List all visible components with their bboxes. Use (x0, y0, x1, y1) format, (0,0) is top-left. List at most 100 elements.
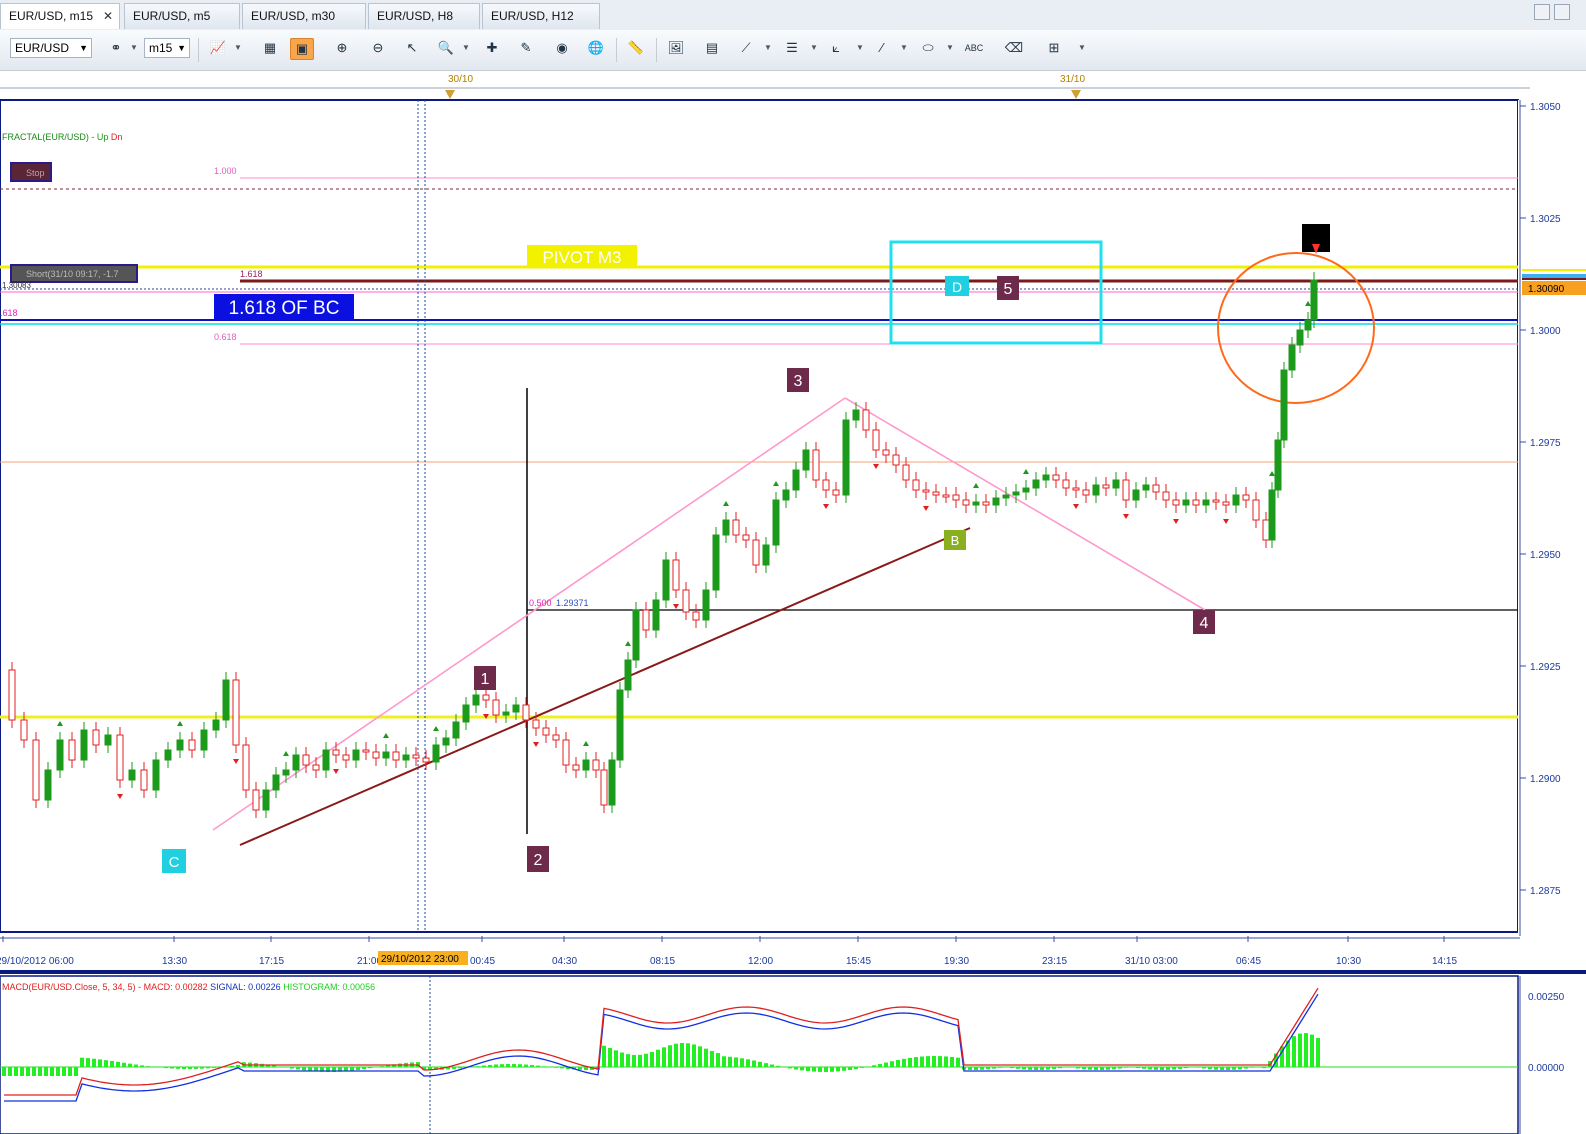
macd-bar (200, 1067, 204, 1069)
macd-bar (626, 1054, 630, 1067)
chevron-down-icon[interactable]: ▼ (130, 43, 138, 52)
macd-bar (1022, 1067, 1026, 1070)
ellipse-icon[interactable]: ⬭ (916, 38, 940, 60)
trendline-icon[interactable]: ⁄ (870, 38, 894, 60)
candle-body (164, 749, 172, 761)
macd-bar (44, 1067, 48, 1076)
text-icon[interactable]: ABC (962, 38, 986, 60)
macd-bar (32, 1067, 36, 1076)
fibonacci-icon[interactable]: ⟋ (734, 38, 758, 60)
candle-body (912, 479, 920, 491)
chevron-down-icon[interactable]: ▼ (946, 43, 954, 52)
macd-bar (608, 1047, 612, 1067)
image-icon[interactable]: 🖼 (664, 38, 688, 60)
candle-body (672, 559, 680, 591)
candle-body (1022, 487, 1030, 493)
candle-body (1274, 439, 1282, 491)
macd-bar (1136, 1067, 1140, 1069)
candle-body (332, 749, 340, 756)
zoom-icon[interactable]: 🔍 (434, 38, 458, 60)
macd-bar (1142, 1067, 1146, 1069)
chevron-down-icon[interactable]: ▼ (900, 43, 908, 52)
tab-eurusd-h8[interactable]: EUR/USD, H8 (368, 3, 480, 29)
macd-bar (452, 1067, 456, 1069)
macd-bar (1046, 1067, 1050, 1070)
point-c-text: C (169, 854, 180, 871)
globe-icon[interactable]: 🌐 (584, 38, 608, 60)
link-icon[interactable]: ⚭ (104, 38, 128, 60)
eye-icon[interactable]: ◉ (550, 38, 574, 60)
zoom-out-icon[interactable]: ⊖ (366, 38, 390, 60)
macd-bar (182, 1067, 186, 1069)
macd-bar (842, 1067, 846, 1071)
zoom-in-icon[interactable]: ⊕ (330, 38, 354, 60)
edit-icon[interactable]: ✎ (514, 38, 538, 60)
macd-bar (638, 1054, 642, 1067)
candle-body (392, 751, 400, 761)
price-chart[interactable]: 30/10 31/10 1.3050 1.3025 1.3000 1.2975 1.29… (0, 70, 1586, 1134)
candle-body (422, 757, 430, 763)
candle-body (922, 489, 930, 493)
minimize-icon[interactable] (1534, 4, 1550, 20)
close-icon[interactable]: ✕ (103, 4, 113, 28)
hierarchy-icon[interactable]: ⊞ (1042, 38, 1066, 60)
candle-body (802, 449, 810, 471)
wave-label-1-text: 1 (481, 671, 490, 688)
candle-body (692, 611, 700, 621)
candle-body (1242, 494, 1250, 501)
tab-eurusd-m15[interactable]: EUR/USD, m15 ✕ (0, 3, 120, 29)
chevron-down-icon[interactable]: ▼ (810, 43, 818, 52)
macd-bar (98, 1059, 102, 1067)
candle-body (532, 719, 540, 729)
point-d-text: D (952, 279, 962, 295)
macd-bar (296, 1067, 300, 1070)
macd-bar (944, 1056, 948, 1067)
tab-eurusd-m30[interactable]: EUR/USD, m30 (242, 3, 366, 29)
macd-bar (764, 1063, 768, 1067)
candle-body (600, 769, 608, 806)
chevron-down-icon[interactable]: ▼ (856, 43, 864, 52)
fan-icon[interactable]: ⟀ (824, 38, 848, 60)
ruler-icon[interactable]: 📏 (624, 38, 648, 60)
fib-618-label: 0.618 (214, 332, 237, 342)
split-view-icon[interactable]: ▦ (258, 38, 282, 60)
macd-bar (272, 1065, 276, 1067)
template-icon[interactable]: ▤ (700, 38, 724, 60)
macd-bar (1262, 1067, 1266, 1069)
cursor-icon[interactable]: ↖ (400, 38, 424, 60)
fractal-indicator-label: FRACTAL(EUR/USD) - Up Dn (2, 132, 122, 142)
crosshair-icon[interactable]: ✚ (480, 38, 504, 60)
candle-body (732, 519, 740, 536)
stop-order-text: Stop (26, 168, 45, 178)
time-axis-label: 04:30 (552, 956, 577, 967)
chevron-down-icon[interactable]: ▼ (764, 43, 772, 52)
candle-body (442, 737, 450, 746)
candle-body (752, 539, 760, 566)
chevron-down-icon[interactable]: ▼ (462, 43, 470, 52)
lines-icon[interactable]: ☰ (780, 38, 804, 60)
symbol-select[interactable]: EUR/USD ▼ (10, 38, 92, 58)
macd-bar (176, 1067, 180, 1069)
timeframe-select[interactable]: m15 ▼ (144, 38, 190, 58)
candle-body (1252, 499, 1260, 521)
macd-bar (890, 1061, 894, 1067)
macd-bar (170, 1067, 174, 1069)
restore-icon[interactable] (1554, 4, 1570, 20)
candle-body (1232, 494, 1240, 506)
macd-bar (1178, 1067, 1182, 1069)
tab-eurusd-m5[interactable]: EUR/USD, m5 (124, 3, 240, 29)
chevron-down-icon[interactable]: ▼ (1078, 43, 1086, 52)
tab-eurusd-h12[interactable]: EUR/USD, H12 (482, 3, 600, 29)
macd-bar (992, 1067, 996, 1069)
date-marker-icon (1071, 90, 1081, 99)
macd-bar (8, 1067, 12, 1076)
macd-bar (800, 1067, 804, 1071)
point-b-text: B (951, 533, 960, 548)
chevron-down-icon[interactable]: ▼ (234, 43, 242, 52)
macd-bar (1310, 1034, 1314, 1067)
candle-body (1296, 329, 1304, 346)
auto-scroll-icon[interactable]: ▣ (290, 38, 314, 60)
eraser-icon[interactable]: ⌫ (1002, 38, 1026, 60)
chart-type-icon[interactable]: 📈 (206, 38, 230, 60)
macd-plot-area (0, 975, 1519, 1134)
